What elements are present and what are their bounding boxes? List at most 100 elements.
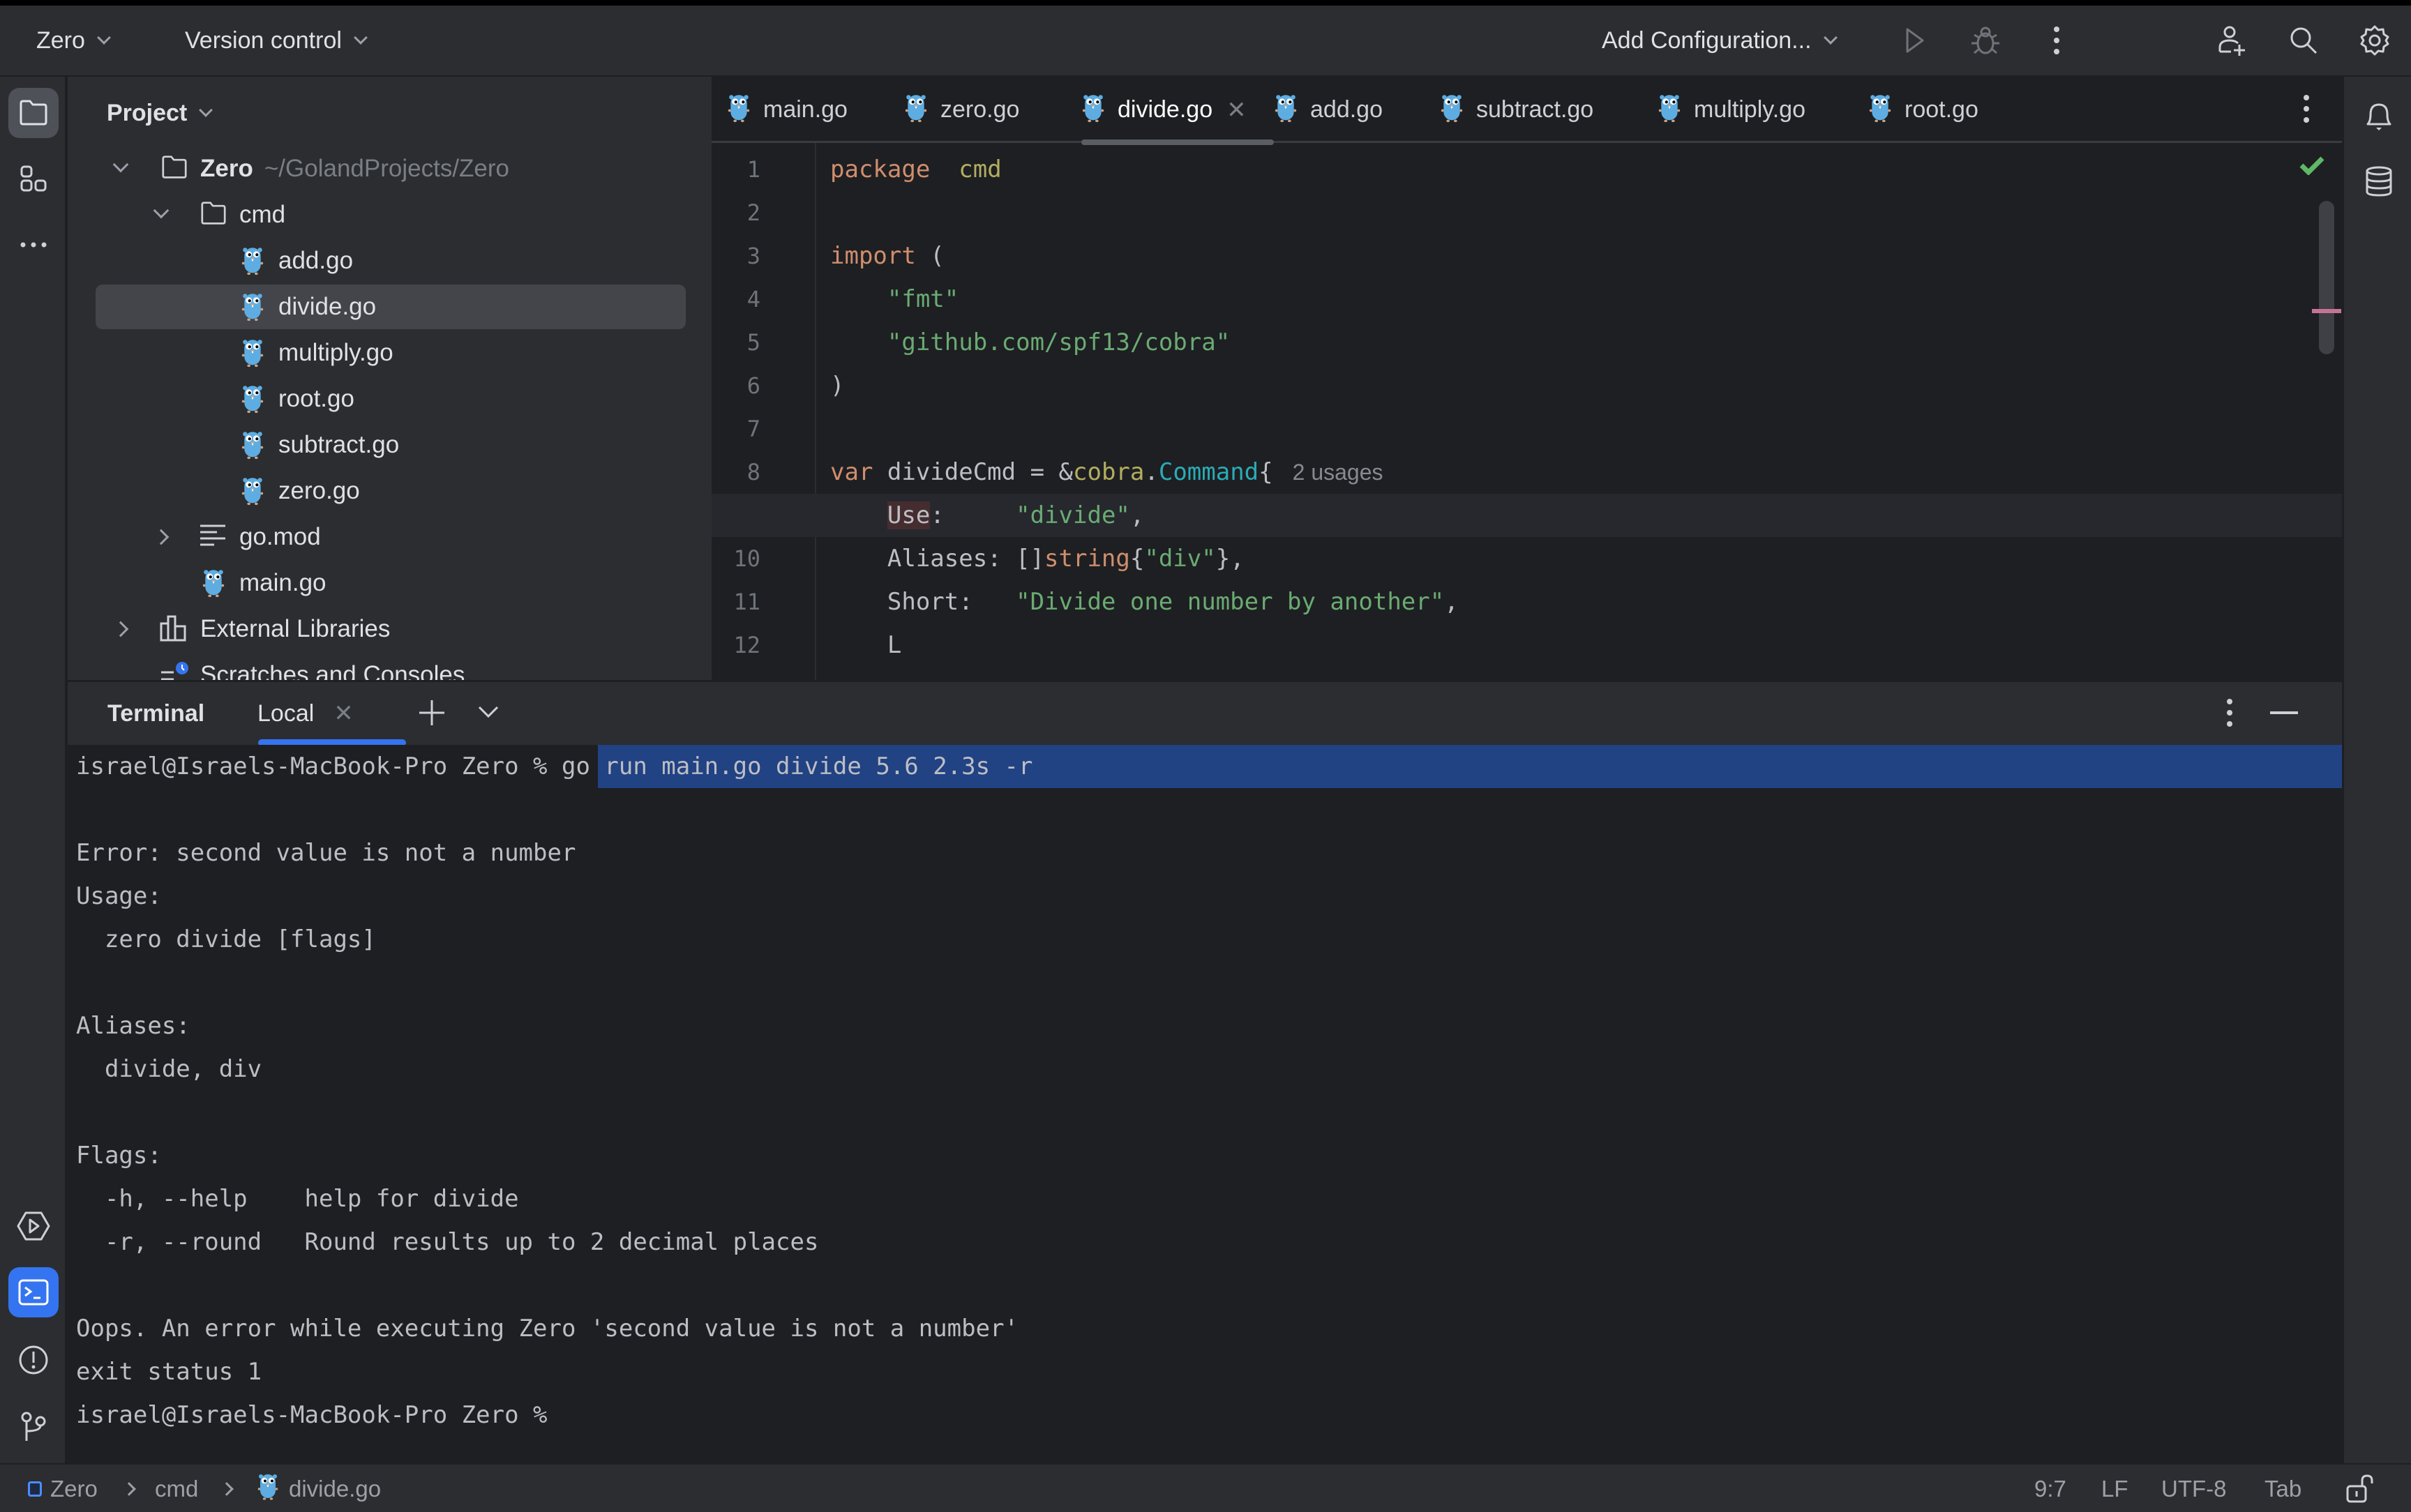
services-tool-button[interactable] bbox=[8, 1201, 59, 1251]
code-with-me-button[interactable] bbox=[2213, 21, 2252, 60]
breadcrumb-project[interactable]: Zero bbox=[28, 1465, 98, 1512]
more-actions-button[interactable] bbox=[2037, 21, 2076, 60]
usages-hint[interactable]: 2 usages bbox=[1293, 460, 1383, 485]
tab-label: root.go bbox=[1905, 96, 1978, 123]
tab-zero-go[interactable]: zero.go bbox=[904, 77, 1019, 143]
tab-main-go[interactable]: main.go bbox=[727, 77, 848, 143]
tab-root-go[interactable]: root.go bbox=[1868, 77, 1978, 143]
code-token: { bbox=[1129, 545, 1145, 573]
tree-item-subtract-go[interactable]: subtract.go bbox=[96, 423, 686, 467]
vcs-menu[interactable]: Version control bbox=[185, 6, 368, 75]
tree-item-icon bbox=[160, 661, 190, 680]
tab-label: main.go bbox=[763, 96, 848, 123]
editor-scrollbar[interactable] bbox=[2319, 201, 2334, 354]
tree-item-scratches-and-consoles[interactable]: Scratches and Consoles bbox=[96, 653, 686, 680]
chevron-down-icon bbox=[1823, 31, 1838, 45]
code-line: "github.com/spf13/cobra" bbox=[830, 321, 1230, 364]
terminal-line: zero divide [flags] bbox=[76, 925, 376, 953]
database-icon bbox=[2366, 166, 2392, 197]
indent-setting[interactable]: Tab bbox=[2264, 1465, 2301, 1512]
search-everywhere-button[interactable] bbox=[2284, 21, 2323, 60]
project-menu[interactable]: Zero bbox=[36, 6, 111, 75]
chevron-down-icon[interactable] bbox=[112, 156, 129, 173]
project-tool-button[interactable] bbox=[8, 88, 59, 138]
add-user-icon bbox=[2218, 26, 2245, 56]
tree-item-label: go.mod bbox=[239, 523, 321, 550]
error-stripe-marker[interactable] bbox=[2312, 309, 2341, 313]
structure-tool-button[interactable] bbox=[8, 153, 59, 204]
chevron-down-icon bbox=[97, 31, 111, 45]
code-token: : bbox=[930, 501, 1016, 529]
editor-tabs: main.go zero.go divide.go ✕ add.go subtract.g… bbox=[712, 77, 2342, 145]
run-button[interactable] bbox=[1895, 21, 1934, 60]
go-gopher-icon bbox=[241, 432, 264, 460]
more-tool-windows-button[interactable] bbox=[8, 220, 59, 270]
editor-tabs-more-button[interactable] bbox=[2302, 93, 2311, 128]
tree-item-multiply-go[interactable]: multiply.go bbox=[96, 331, 686, 375]
go-gopher-icon bbox=[1082, 95, 1104, 123]
terminal-options-dropdown[interactable] bbox=[476, 703, 500, 723]
tree-item-cmd[interactable]: cmd bbox=[96, 192, 686, 237]
close-tab-icon[interactable]: ✕ bbox=[333, 700, 354, 727]
code-token: var bbox=[830, 458, 873, 486]
left-tool-window-bar bbox=[0, 77, 68, 1463]
tree-item-icon bbox=[241, 245, 264, 275]
tree-item-label: root.go bbox=[278, 385, 354, 412]
code-token: cobra bbox=[1073, 458, 1145, 486]
no-problems-check-icon[interactable] bbox=[2299, 156, 2324, 179]
caret-position[interactable]: 9:7 bbox=[2034, 1465, 2066, 1512]
tree-item-label: zero.go bbox=[278, 477, 360, 504]
tree-item-add-go[interactable]: add.go bbox=[96, 239, 686, 283]
code-token: "github.com/spf13/cobra" bbox=[887, 328, 1231, 356]
chevron-right-icon bbox=[122, 1482, 136, 1496]
minimize-icon[interactable] bbox=[2270, 711, 2298, 714]
code-token: Command bbox=[1158, 458, 1259, 486]
tree-item-icon bbox=[241, 476, 264, 506]
line-number: 8 bbox=[746, 459, 760, 485]
tab-divide-go[interactable]: divide.go ✕ bbox=[1081, 77, 1274, 145]
code-line: Short: "Divide one number by another", bbox=[830, 580, 1459, 623]
settings-button[interactable] bbox=[2355, 21, 2394, 60]
chevron-right-icon[interactable] bbox=[153, 529, 170, 545]
tree-item-main-go[interactable]: main.go bbox=[96, 561, 686, 605]
tree-item-root-go[interactable]: root.go bbox=[96, 377, 686, 421]
tree-item-divide-go[interactable]: divide.go bbox=[96, 285, 686, 329]
debug-button[interactable] bbox=[1966, 21, 2005, 60]
tab-add-go[interactable]: add.go bbox=[1274, 77, 1383, 143]
tree-item-external-libraries[interactable]: External Libraries bbox=[96, 607, 686, 651]
line-number: 3 bbox=[746, 243, 760, 269]
terminal-tool-button[interactable] bbox=[8, 1267, 59, 1317]
tab-subtract-go[interactable]: subtract.go bbox=[1440, 77, 1593, 143]
tree-item-zero-go[interactable]: zero.go bbox=[96, 469, 686, 513]
go-gopher-icon bbox=[241, 340, 264, 368]
chevron-right-icon[interactable] bbox=[112, 621, 129, 637]
tree-item-label: subtract.go bbox=[278, 431, 400, 458]
terminal-tab-label: Local bbox=[257, 700, 315, 727]
project-view-selector[interactable]: Project bbox=[107, 92, 213, 134]
folder-icon bbox=[201, 202, 226, 225]
code-token: "div" bbox=[1144, 545, 1216, 573]
breadcrumb-file[interactable]: divide.go bbox=[257, 1465, 381, 1512]
read-only-toggle[interactable] bbox=[2345, 1465, 2376, 1512]
new-terminal-button[interactable] bbox=[416, 697, 447, 732]
problems-tool-button[interactable] bbox=[8, 1335, 59, 1385]
tree-item-zero[interactable]: Zero ~/GolandProjects/Zero bbox=[96, 146, 686, 191]
chevron-down-icon[interactable] bbox=[153, 202, 170, 219]
close-tab-icon[interactable]: ✕ bbox=[1226, 96, 1247, 124]
terminal-tab-local[interactable]: Local ✕ bbox=[257, 682, 354, 745]
tree-item-icon bbox=[202, 568, 225, 598]
line-separator[interactable]: LF bbox=[2101, 1465, 2128, 1512]
tab-multiply-go[interactable]: multiply.go bbox=[1658, 77, 1805, 143]
notifications-button[interactable] bbox=[2354, 91, 2404, 141]
terminal-output[interactable]: israel@Israels-MacBook-Pro Zero % go run… bbox=[68, 745, 2342, 1463]
file-encoding[interactable]: UTF-8 bbox=[2161, 1465, 2227, 1512]
code-area[interactable]: package cmd import ( "fmt" "github.com/sp… bbox=[712, 143, 2342, 680]
database-button[interactable] bbox=[2354, 156, 2404, 206]
run-configuration-dropdown[interactable]: Add Configuration... bbox=[1602, 6, 1838, 75]
terminal-more-button[interactable] bbox=[2225, 697, 2234, 732]
breadcrumb-cmd[interactable]: cmd bbox=[155, 1465, 198, 1512]
git-tool-button[interactable] bbox=[8, 1402, 59, 1452]
tree-item-path: ~/GolandProjects/Zero bbox=[264, 155, 510, 182]
tree-item-go-mod[interactable]: go.mod bbox=[96, 515, 686, 559]
line-number: 6 bbox=[746, 372, 760, 399]
